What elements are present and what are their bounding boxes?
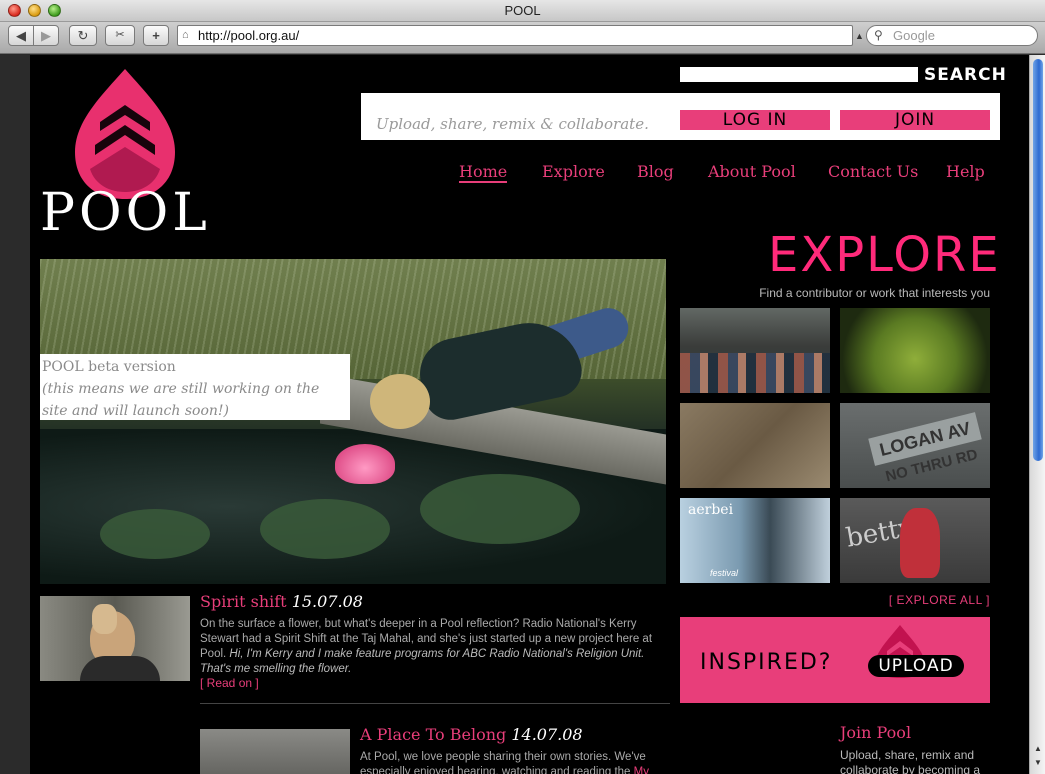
explore-thumb-gathering[interactable] xyxy=(680,308,830,393)
post-body-spirit-shift: On the surface a flower, but what's deep… xyxy=(200,617,670,677)
nav-help[interactable]: Help xyxy=(946,162,985,181)
browser-toolbar: ◀ ▶ ↻ ✂ + ⌂ http://pool.org.au/ ▲ ⚲ Goog… xyxy=(0,22,1045,54)
upload-promo[interactable]: INSPIRED? UPLOAD xyxy=(680,617,990,703)
explore-thumb-graffiti[interactable]: betty xyxy=(840,498,990,583)
read-on-link[interactable]: [ Read on ] xyxy=(200,676,259,690)
festival-caption: festival xyxy=(710,568,739,578)
site-search-input[interactable] xyxy=(680,67,918,82)
vertical-scrollbar[interactable]: ▲ ▼ xyxy=(1029,55,1045,774)
explore-thumb-garden[interactable] xyxy=(840,308,990,393)
main-nav: Home Explore Blog About Pool Contact Us … xyxy=(30,162,1030,183)
explore-thumb-embrace[interactable] xyxy=(680,403,830,488)
post-thumbnail-spirit-shift[interactable] xyxy=(40,596,190,681)
explore-thumb-festival[interactable]: aerbei festival xyxy=(680,498,830,583)
beta-title: POOL beta version xyxy=(42,359,176,375)
web-page: POOL SEARCH Upload, share, remix & colla… xyxy=(30,55,1030,774)
snapback-button[interactable]: ✂ xyxy=(105,25,135,46)
reload-button[interactable]: ↻ xyxy=(69,25,97,46)
post-body-quote: Hi, I'm Kerry and I make feature program… xyxy=(200,648,645,675)
post-divider xyxy=(200,703,670,704)
beta-notice: POOL beta version (this means we are sti… xyxy=(40,354,350,420)
festival-vertical-text: aerbei xyxy=(688,502,734,518)
post-title-place-to-belong[interactable]: A Place To Belong 14.07.08 xyxy=(360,725,583,744)
magnifier-icon: ⚲ xyxy=(874,28,883,42)
post-title-spirit-shift[interactable]: Spirit shift 15.07.08 xyxy=(200,592,363,611)
join-button[interactable]: JOIN xyxy=(840,110,990,130)
post-title-text[interactable]: A Place To Belong xyxy=(360,725,506,744)
site-icon: ⌂ xyxy=(182,29,189,41)
nav-about-pool[interactable]: About Pool xyxy=(708,162,796,181)
google-search-field[interactable]: ⚲ Google xyxy=(866,25,1038,46)
hero-image[interactable]: POOL beta version (this means we are sti… xyxy=(40,259,666,584)
nav-home[interactable]: Home xyxy=(459,162,508,183)
explore-thumb-street-sign[interactable]: LOGAN AV NO THRU RD xyxy=(840,403,990,488)
post-date: 14.07.08 xyxy=(511,725,583,744)
join-pool-heading[interactable]: Join Pool xyxy=(840,723,911,742)
post-title-text[interactable]: Spirit shift xyxy=(200,592,287,611)
post-body-place-to-belong: At Pool, we love people sharing their ow… xyxy=(360,750,670,774)
inspired-text: INSPIRED? xyxy=(700,650,833,675)
post-thumbnail-place-to-belong[interactable] xyxy=(200,729,350,774)
window-titlebar: POOL xyxy=(0,0,1045,22)
google-search-placeholder: Google xyxy=(893,28,935,43)
lotus-flower xyxy=(335,444,395,484)
scroll-up-icon[interactable]: ▲ xyxy=(1032,744,1044,756)
address-text: http://pool.org.au/ xyxy=(198,28,300,43)
post-date: 15.07.08 xyxy=(291,592,363,611)
address-bar[interactable]: ⌂ http://pool.org.au/ xyxy=(177,25,853,46)
logo-wordmark[interactable]: POOL xyxy=(40,183,211,243)
window-title: POOL xyxy=(504,3,541,18)
explore-all-link[interactable]: [ EXPLORE ALL ] xyxy=(790,593,990,607)
nav-blog[interactable]: Blog xyxy=(637,162,674,181)
nav-explore[interactable]: Explore xyxy=(542,162,605,181)
search-button[interactable]: SEARCH xyxy=(924,65,1006,86)
join-pool-text: Upload, share, remix and collaborate by … xyxy=(840,748,981,774)
post-body-text: At Pool, we love people sharing their ow… xyxy=(360,751,646,774)
left-gutter xyxy=(0,55,30,774)
address-dropdown-icon[interactable]: ▲ xyxy=(855,31,864,41)
tagline-bar: Upload, share, remix & collaborate. LOG … xyxy=(361,93,1000,140)
explore-subheading: Find a contributor or work that interest… xyxy=(759,286,990,300)
add-bookmark-button[interactable]: + xyxy=(143,25,169,46)
forward-button[interactable]: ▶ xyxy=(33,25,59,46)
nav-contact-us[interactable]: Contact Us xyxy=(828,162,918,181)
login-button[interactable]: LOG IN xyxy=(680,110,830,130)
back-button[interactable]: ◀ xyxy=(8,25,34,46)
scrollbar-thumb[interactable] xyxy=(1033,59,1043,461)
scroll-down-icon[interactable]: ▼ xyxy=(1032,758,1044,770)
tagline: Upload, share, remix & collaborate. xyxy=(376,115,649,133)
post-body-link[interactable]: My xyxy=(634,766,649,774)
upload-button[interactable]: UPLOAD xyxy=(868,655,964,677)
explore-heading: EXPLORE xyxy=(768,227,1001,283)
beta-subtitle: (this means we are still working on the … xyxy=(42,381,320,419)
